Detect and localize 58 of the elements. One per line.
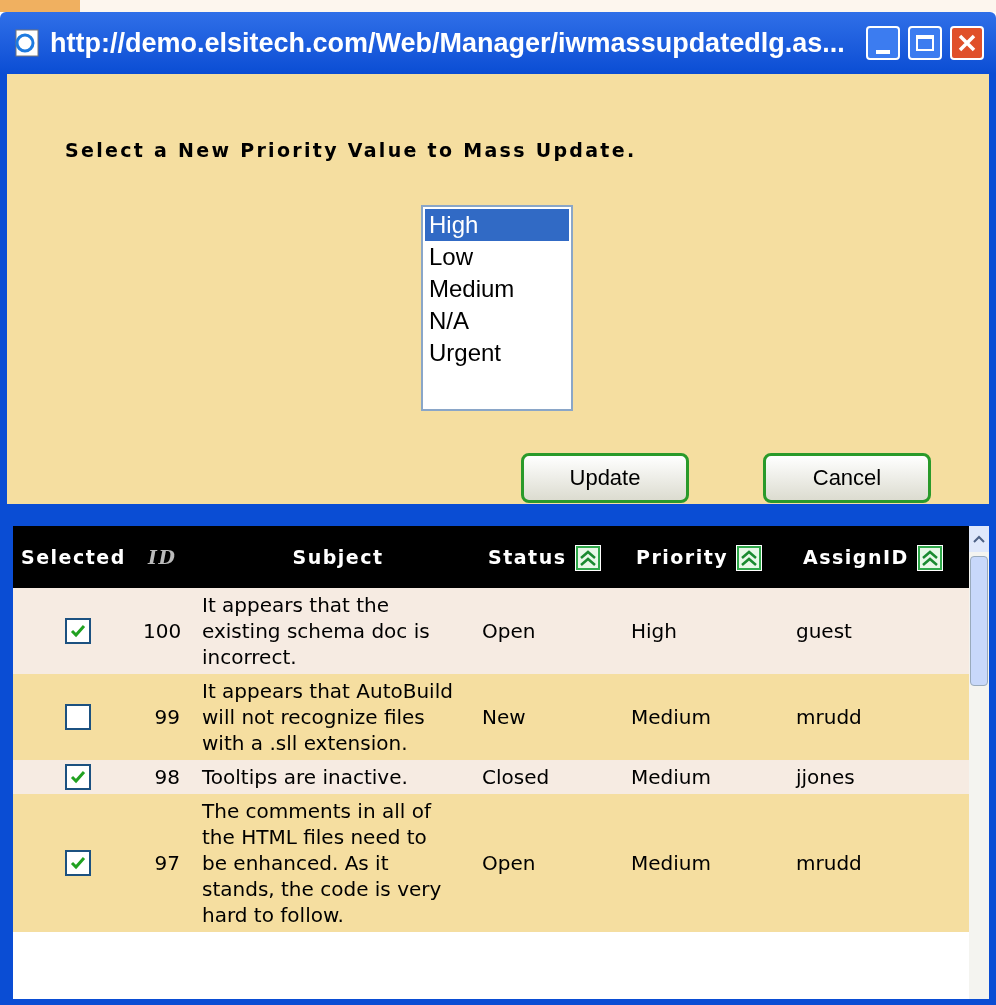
prompt-text: Select a New Priority Value to Mass Update. [65, 138, 638, 163]
priority-cell: Medium [631, 705, 711, 729]
subject-cell-text: Tooltips are inactive. [202, 764, 409, 790]
priority-cell: Medium [631, 851, 711, 875]
assignee-cell: jjones [796, 765, 855, 789]
table-row[interactable]: 98 Tooltips are inactive. Closed Medium jjones [13, 760, 969, 794]
table-row[interactable]: 100 It appears that the existing schema doc is incorrect. Open High guest [13, 588, 969, 674]
column-header: ID [148, 545, 177, 568]
check-icon [69, 768, 87, 786]
status-cell: Closed [482, 765, 550, 789]
close-button[interactable] [950, 26, 984, 60]
status-cell: Open [482, 619, 536, 643]
column-header: Selected [21, 545, 126, 568]
status-cell: Open [482, 851, 536, 875]
sort-up-icon[interactable] [574, 545, 601, 572]
sort-up-icon[interactable] [916, 545, 943, 572]
checkbox[interactable] [65, 850, 91, 876]
checkbox[interactable] [65, 618, 91, 644]
table-row[interactable]: 99 It appears that AutoBuild will not recognize files with a .sll extension. New Medium mrudd [13, 674, 969, 760]
scroll-up-icon[interactable] [973, 535, 985, 543]
assignee-cell: guest [796, 619, 852, 643]
close-icon [957, 33, 977, 53]
subject-cell-text: The comments in all of the HTML files need to be enhanced. As it stands, the code is very hard to follow. [202, 798, 443, 928]
subject-cell-text: It appears that AutoBuild will not recognize files with a .sll extension. [202, 678, 454, 756]
checkbox[interactable] [65, 764, 91, 790]
sort-up-icon[interactable] [736, 545, 763, 572]
checkbox[interactable] [65, 704, 91, 730]
id-cell: 98 [154, 765, 180, 789]
scrollbar[interactable] [969, 526, 989, 999]
table-row[interactable]: 97 The comments in all of the HTML files need to be enhanced. As it stands, the code is very hard to follow. Open Medium mrudd [13, 794, 969, 932]
subject-cell-text: It appears that the existing schema doc is incorrect. [202, 592, 431, 670]
id-cell: 100 [143, 619, 182, 643]
column-header[interactable]: AssignID [803, 545, 909, 568]
list-option[interactable]: N/A [425, 304, 569, 337]
scrollbar-thumb[interactable] [970, 556, 988, 686]
check-icon [69, 854, 87, 872]
list-option[interactable]: Urgent [425, 336, 569, 369]
list-option[interactable]: Low [425, 240, 569, 273]
column-header[interactable]: Status [488, 545, 567, 568]
id-cell: 99 [154, 705, 180, 729]
check-icon [69, 622, 87, 640]
cancel-button[interactable]: Cancel [763, 452, 931, 503]
maximize-button[interactable] [908, 26, 942, 60]
page-icon [12, 28, 42, 58]
column-header[interactable]: Priority [636, 545, 729, 568]
priority-listbox[interactable]: High Low Medium N/A Urgent [421, 204, 573, 411]
update-button[interactable]: Update [521, 452, 689, 503]
status-cell: New [482, 705, 526, 729]
window-title: http://demo.elsitech.com/Web/Manager/iwmassupdatedlg.as... [50, 26, 846, 60]
list-option[interactable]: High [425, 208, 569, 241]
minimize-button[interactable] [866, 26, 900, 60]
id-cell: 97 [154, 851, 180, 875]
priority-cell: High [631, 619, 677, 643]
assignee-cell: mrudd [796, 851, 862, 875]
priority-cell: Medium [631, 765, 711, 789]
list-option[interactable]: Medium [425, 272, 569, 305]
assignee-cell: mrudd [796, 705, 862, 729]
column-header: Subject [292, 545, 384, 568]
